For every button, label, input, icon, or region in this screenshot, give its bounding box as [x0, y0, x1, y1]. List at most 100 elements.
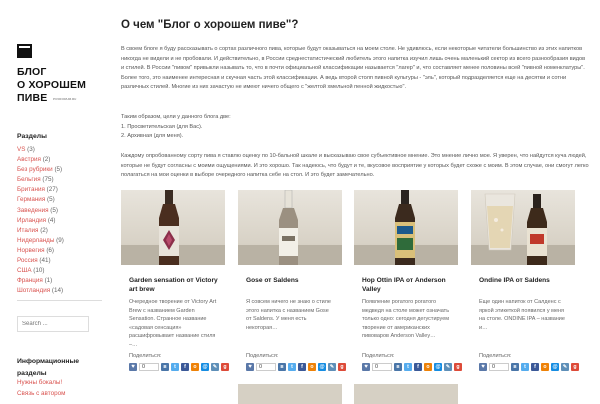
category-count: (2)	[40, 226, 48, 234]
twitter-icon[interactable]: t	[288, 363, 296, 371]
livejournal-icon[interactable]: ✎	[328, 363, 336, 371]
category-link[interactable]: Италия	[17, 227, 38, 234]
odnoklassniki-icon[interactable]: o	[541, 363, 549, 371]
category-link[interactable]: Британия	[17, 186, 45, 193]
livejournal-icon[interactable]: ✎	[211, 363, 219, 371]
post-title-link[interactable]: Gose от Saldens	[246, 276, 338, 285]
google-icon[interactable]: g	[221, 363, 229, 371]
facebook-icon[interactable]: f	[298, 363, 306, 371]
facebook-icon[interactable]: f	[181, 363, 189, 371]
category-item: Германия (5)	[17, 195, 64, 205]
category-link[interactable]: Заведения	[17, 207, 49, 214]
category-count: (9)	[56, 236, 64, 244]
post-excerpt: Я совсем ничего не знаю о стиле этого на…	[246, 299, 331, 331]
post-thumbnail[interactable]	[354, 384, 458, 404]
category-count: (14)	[51, 287, 64, 295]
mail-icon[interactable]: @	[434, 363, 442, 371]
post-excerpt: Еще один напиток от Салденс с яркой этик…	[479, 299, 565, 331]
method-paragraph: Каждому опробованному сорту пива я ставл…	[121, 153, 589, 179]
category-count: (5)	[54, 166, 63, 174]
mail-icon[interactable]: @	[551, 363, 559, 371]
vk-icon[interactable]: в	[511, 363, 519, 371]
share-buttons: ♥ 0 в t f o @ ✎ g	[246, 362, 346, 372]
category-link[interactable]: Франция	[17, 277, 43, 284]
category-item: Россия (41)	[17, 256, 64, 266]
category-link[interactable]: Германия	[17, 196, 45, 203]
post-thumbnail[interactable]	[471, 190, 575, 265]
google-icon[interactable]: g	[338, 363, 346, 371]
info-heading: Информационные разделы	[17, 358, 80, 377]
category-item: США (10)	[17, 266, 64, 276]
like-icon[interactable]: ♥	[362, 363, 370, 371]
post-thumbnail[interactable]	[354, 190, 458, 265]
logo-line-1: БЛОГ	[17, 66, 47, 78]
goals-heading: Таким образом, цели у данного блога две:	[121, 114, 231, 120]
category-item: Бельгия (75)	[17, 175, 64, 185]
main-content: О чем "Блог о хорошем пиве"? В своем бло…	[121, 0, 591, 404]
share-label: Поделиться:	[246, 353, 279, 359]
category-link[interactable]: Бельгия	[17, 176, 41, 183]
like-icon[interactable]: ♥	[479, 363, 487, 371]
livejournal-icon[interactable]: ✎	[444, 363, 452, 371]
facebook-icon[interactable]: f	[531, 363, 539, 371]
search-input[interactable]	[17, 316, 89, 332]
twitter-icon[interactable]: t	[171, 363, 179, 371]
share-label: Поделиться:	[362, 353, 395, 359]
odnoklassniki-icon[interactable]: o	[191, 363, 199, 371]
category-item: Без рубрики (5)	[17, 165, 64, 175]
category-count: (2)	[42, 156, 51, 164]
odnoklassniki-icon[interactable]: o	[424, 363, 432, 371]
category-link[interactable]: Норвегия	[17, 247, 45, 254]
vk-icon[interactable]: в	[278, 363, 286, 371]
like-icon[interactable]: ♥	[246, 363, 254, 371]
category-item: Франция (1)	[17, 276, 64, 286]
info-link[interactable]: Нужны бокалы!	[17, 378, 65, 389]
category-count: (10)	[33, 267, 45, 275]
category-link[interactable]: Ирландия	[17, 217, 46, 224]
mail-icon[interactable]: @	[318, 363, 326, 371]
sidebar: БЛОГ О ХОРОШЕМ ПИВЕ PIVOFORUM.RU Разделы…	[0, 0, 106, 400]
category-count: (41)	[39, 257, 51, 265]
mail-icon[interactable]: @	[201, 363, 209, 371]
post-thumbnail[interactable]	[238, 190, 342, 265]
category-link[interactable]: Без рубрики	[17, 166, 53, 173]
like-count: 0	[372, 363, 392, 371]
category-item: Италия (2)	[17, 226, 64, 236]
goal-item: 2. Архивная (для меня).	[121, 133, 184, 139]
twitter-icon[interactable]: t	[404, 363, 412, 371]
google-icon[interactable]: g	[571, 363, 579, 371]
share-label: Поделиться:	[479, 353, 512, 359]
category-count: (6)	[46, 246, 55, 254]
twitter-icon[interactable]: t	[521, 363, 529, 371]
category-item: Австрия (2)	[17, 155, 64, 165]
livejournal-icon[interactable]: ✎	[561, 363, 569, 371]
post-excerpt: Очередное творение от Victory Art Brew с…	[129, 299, 217, 348]
post-title-link[interactable]: Ondine IPA от Saldens	[479, 276, 571, 285]
vk-icon[interactable]: в	[394, 363, 402, 371]
post-title-link[interactable]: Garden sensation от Victory art brew	[129, 276, 221, 294]
google-icon[interactable]: g	[454, 363, 462, 371]
beer-glass-logo-icon[interactable]	[17, 44, 32, 58]
vk-icon[interactable]: в	[161, 363, 169, 371]
post-thumbnail[interactable]	[121, 190, 225, 265]
category-link[interactable]: США	[17, 267, 32, 274]
category-link[interactable]: Россия	[17, 257, 38, 264]
category-count: (4)	[47, 216, 56, 224]
category-link[interactable]: VS	[17, 146, 25, 153]
category-link[interactable]: Нидерланды	[17, 237, 54, 244]
like-icon[interactable]: ♥	[129, 363, 137, 371]
category-link[interactable]: Шотландия	[17, 287, 50, 294]
post-title-link[interactable]: Hop Ottin IPA от Anderson Valley	[362, 276, 454, 294]
category-item: Шотландия (14)	[17, 286, 64, 296]
facebook-icon[interactable]: f	[414, 363, 422, 371]
odnoklassniki-icon[interactable]: o	[308, 363, 316, 371]
share-buttons: ♥ 0 в t f o @ ✎ g	[129, 362, 229, 372]
post-thumbnail[interactable]	[238, 384, 342, 404]
post-card: Ondine IPA от Saldens Еще один напиток о…	[471, 190, 579, 390]
sidebar-divider	[17, 300, 102, 301]
category-link[interactable]: Австрия	[17, 156, 41, 163]
info-link[interactable]: Связь с автором	[17, 389, 65, 400]
category-count: (5)	[46, 196, 55, 204]
post-card: Gose от Saldens Я совсем ничего не знаю …	[238, 190, 346, 390]
category-count: (3)	[27, 146, 35, 153]
